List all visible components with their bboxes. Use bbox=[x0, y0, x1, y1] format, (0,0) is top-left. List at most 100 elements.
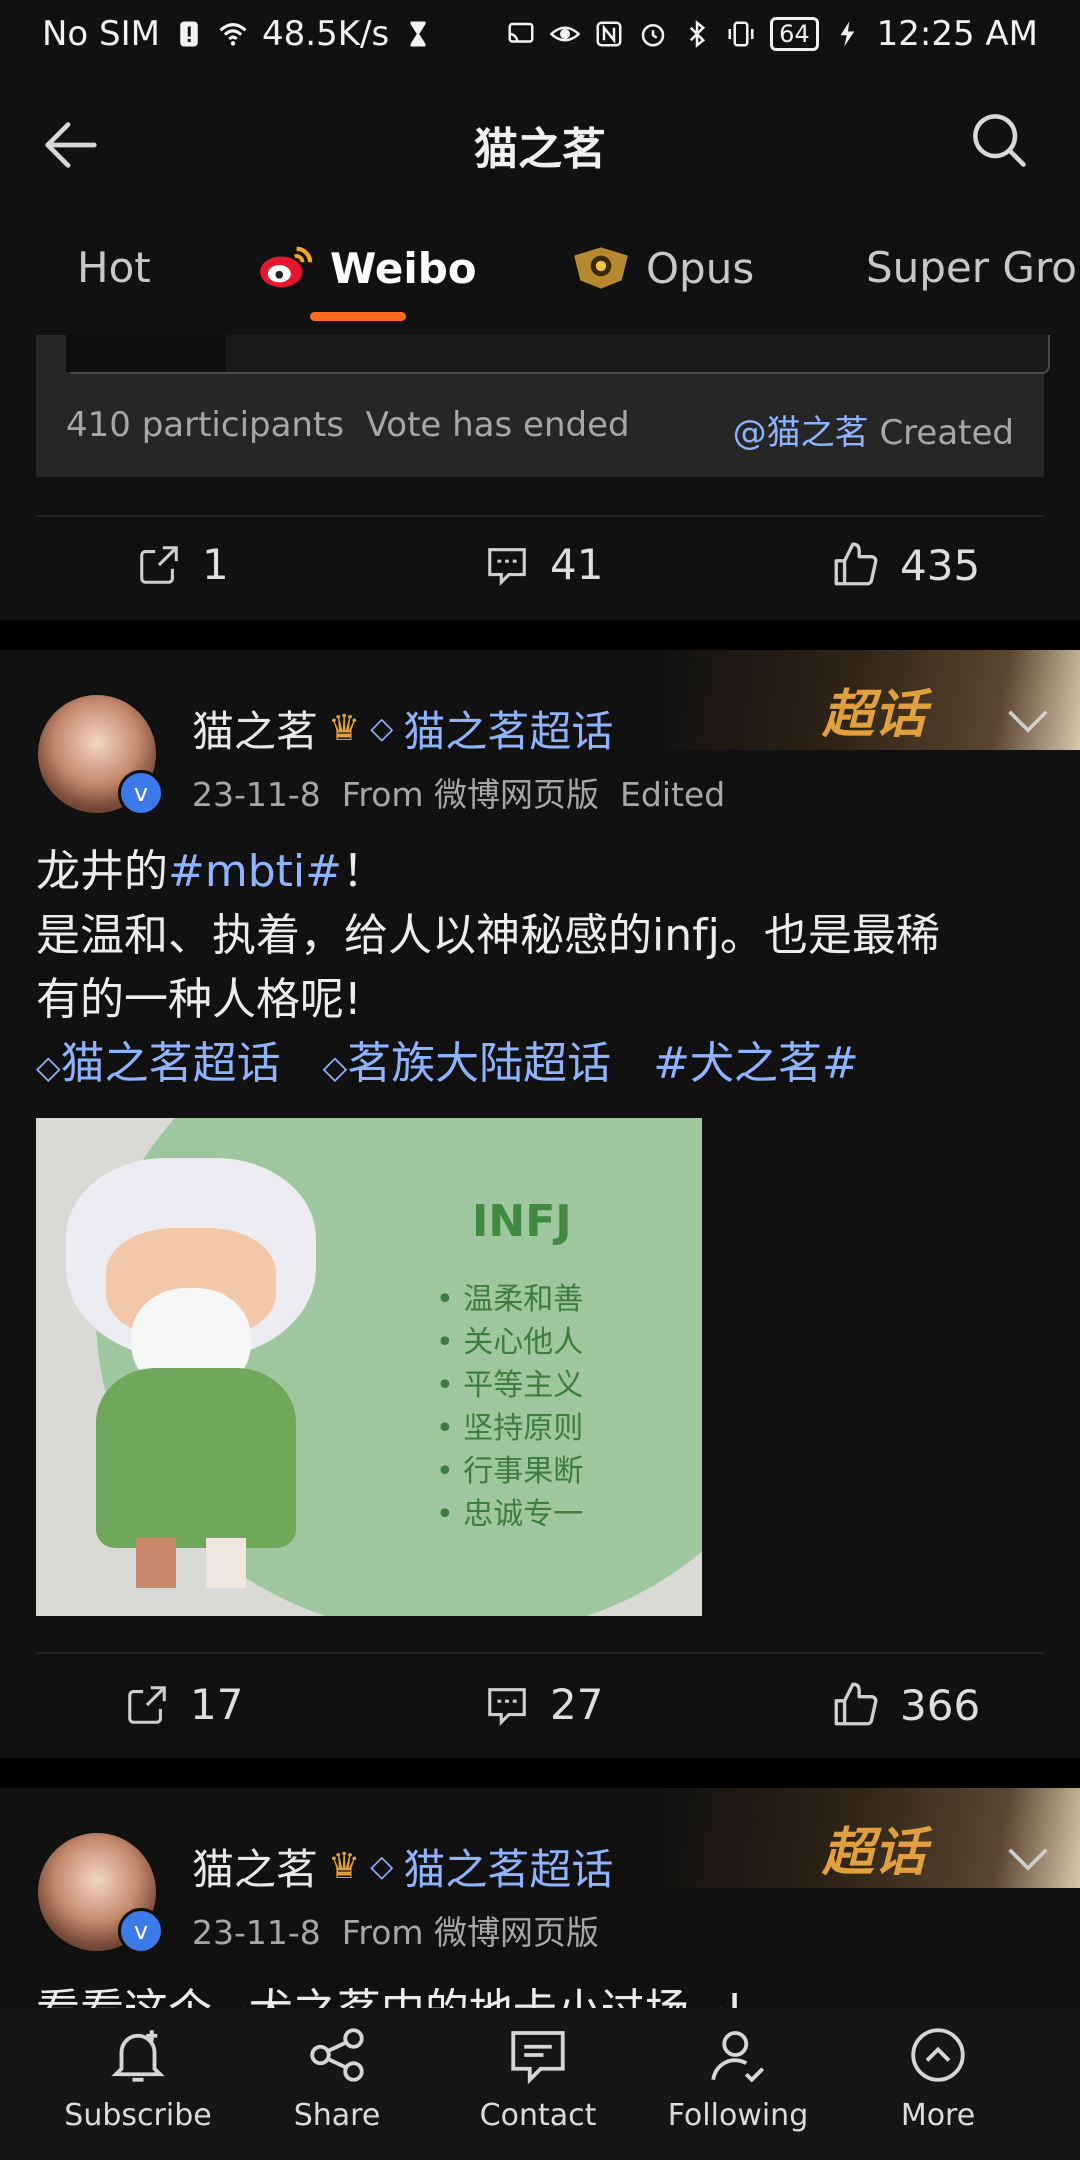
vote-creator-link[interactable]: @猫之茗 bbox=[733, 413, 869, 453]
super-topic-badge: 超话 bbox=[822, 1823, 927, 1883]
bullet-text: 忠诚专一 bbox=[463, 1497, 584, 1532]
tab-label: Opus bbox=[646, 243, 755, 293]
tab-weibo[interactable]: Weibo bbox=[258, 243, 477, 293]
bullet-text: 坚持原则 bbox=[463, 1411, 584, 1446]
tab-label: Hot bbox=[77, 243, 151, 292]
diamond-icon: ◇ bbox=[370, 711, 394, 746]
tab-opus[interactable]: Opus bbox=[570, 243, 754, 293]
topic-link[interactable]: 茗族大陆超话 bbox=[347, 1038, 611, 1089]
post-text-line: 有的一种人格呢! bbox=[36, 974, 362, 1025]
alarm-icon bbox=[641, 24, 665, 47]
character-robe bbox=[96, 1368, 296, 1548]
post-text-line: 是温和、执着，给人以神秘感的infj。也是最稀 bbox=[36, 910, 940, 961]
vote-option-fill bbox=[66, 335, 226, 372]
opus-logo-icon bbox=[574, 247, 628, 289]
comment-count: 27 bbox=[550, 1680, 604, 1729]
chevron-down-icon[interactable] bbox=[1006, 1844, 1050, 1874]
tab-hot[interactable]: Hot bbox=[77, 243, 151, 292]
tab-super-group[interactable]: Super Grou bbox=[866, 243, 1080, 292]
character-leg bbox=[136, 1538, 176, 1588]
repost-button[interactable]: 17 bbox=[124, 1680, 243, 1729]
share-label: Share bbox=[293, 2098, 381, 2133]
sim-alert-icon bbox=[180, 21, 198, 47]
like-button[interactable]: 366 bbox=[830, 1680, 980, 1730]
author-topic-link[interactable]: 猫之茗超话 bbox=[403, 698, 613, 759]
post-image[interactable]: INFJ • 温柔和善 • 关心他人 • 平等主义 • 坚持原则 • 行事果断 … bbox=[36, 1118, 702, 1616]
wifi-icon bbox=[219, 23, 247, 46]
back-arrow-icon[interactable] bbox=[36, 110, 106, 180]
image-bullet: • 行事果断 bbox=[436, 1454, 584, 1489]
more-button[interactable]: More bbox=[848, 2022, 1028, 2133]
post-text: 龙井的#mbti#！ 是温和、执着，给人以神秘感的infj。也是最稀 有的一种人… bbox=[36, 840, 1046, 1099]
post-card: 超话 v 猫之茗 ♛ ◇ 猫之茗超话 23-11-8 From 微博网页版 Ed… bbox=[0, 650, 1080, 1758]
share-nodes-icon bbox=[310, 2028, 364, 2082]
chevron-up-circle-icon bbox=[911, 2028, 965, 2082]
character-leg bbox=[206, 1538, 246, 1588]
image-heading: INFJ bbox=[472, 1196, 572, 1247]
contact-button[interactable]: Contact bbox=[448, 2022, 628, 2133]
like-button[interactable]: 435 bbox=[830, 540, 980, 590]
network-speed: 48.5K/s bbox=[262, 14, 390, 54]
battery-level: 64 bbox=[770, 17, 819, 51]
charging-icon bbox=[840, 21, 854, 47]
image-bullet: • 忠诚专一 bbox=[436, 1497, 584, 1532]
image-bullet: • 关心他人 bbox=[436, 1325, 584, 1360]
subscribe-label: Subscribe bbox=[64, 2098, 212, 2133]
post-card: 410 participants Vote has ended @猫之茗 Cre… bbox=[0, 335, 1080, 620]
comment-button[interactable]: 41 bbox=[484, 540, 603, 589]
post-date: 23-11-8 bbox=[192, 775, 321, 814]
post-card: 超话 v 猫之茗 ♛ ◇ 猫之茗超话 23-11-8 From 微博网页版 看看… bbox=[0, 1788, 1080, 2008]
hourglass-icon bbox=[410, 21, 426, 47]
contact-label: Contact bbox=[479, 2098, 597, 2133]
verified-badge-icon: v bbox=[118, 770, 164, 816]
nfc-icon bbox=[596, 21, 622, 47]
tab-label: Weibo bbox=[330, 243, 477, 293]
status-bar: No SIM 48.5K/s 64 12:25 AM bbox=[0, 0, 1080, 75]
diamond-icon: ◇ bbox=[36, 1048, 61, 1086]
subscribe-button[interactable]: Subscribe bbox=[48, 2022, 228, 2133]
post-source: From 微博网页版 bbox=[341, 1913, 600, 1952]
weibo-logo-icon bbox=[260, 246, 313, 288]
following-label: Following bbox=[667, 2098, 809, 2133]
bell-plus-icon bbox=[111, 2030, 165, 2082]
thumbs-up-icon bbox=[834, 1682, 878, 1726]
active-tab-indicator bbox=[310, 312, 406, 321]
bullet-text: 行事果断 bbox=[463, 1454, 584, 1489]
vote-status: Vote has ended bbox=[365, 405, 630, 445]
chevron-down-icon[interactable] bbox=[1006, 706, 1050, 736]
hashtag-link[interactable]: #犬之茗# bbox=[653, 1038, 859, 1089]
author-topic-link[interactable]: 猫之茗超话 bbox=[403, 1836, 613, 1897]
author-name[interactable]: 猫之茗 bbox=[192, 1836, 318, 1897]
hashtag-link[interactable]: #mbti# bbox=[168, 846, 342, 897]
search-icon[interactable] bbox=[964, 105, 1032, 173]
bluetooth-icon bbox=[689, 20, 706, 48]
post-date: 23-11-8 bbox=[192, 1913, 321, 1952]
edited-label: Edited bbox=[620, 775, 726, 814]
repost-icon bbox=[140, 545, 178, 584]
more-label: More bbox=[900, 2098, 976, 2133]
diamond-icon: ◇ bbox=[322, 1048, 348, 1086]
topic-link[interactable]: 猫之茗超话 bbox=[61, 1038, 281, 1089]
image-bullet: • 平等主义 bbox=[436, 1368, 584, 1403]
author-name[interactable]: 猫之茗 bbox=[192, 698, 318, 759]
following-button[interactable]: Following bbox=[648, 2022, 828, 2133]
image-bullet: • 温柔和善 bbox=[436, 1282, 584, 1317]
post-text-segment: 龙井的 bbox=[36, 846, 168, 897]
crown-badge-icon: ♛ bbox=[328, 1846, 361, 1887]
comment-count: 41 bbox=[550, 540, 604, 589]
post-text-line: 看看这个~犬之茗中的地卡小过场~! bbox=[36, 1974, 743, 2008]
comment-button[interactable]: 27 bbox=[484, 1680, 603, 1729]
repost-count: 1 bbox=[202, 540, 229, 589]
tab-bar: Hot Weibo Opus Super Grou bbox=[0, 205, 1080, 335]
diamond-icon: ◇ bbox=[370, 1849, 394, 1884]
clock: 12:25 AM bbox=[876, 14, 1038, 54]
chat-bubble-icon bbox=[511, 2031, 565, 2085]
carrier-label: No SIM bbox=[42, 14, 160, 54]
repost-button[interactable]: 1 bbox=[136, 540, 229, 589]
image-bullet: • 坚持原则 bbox=[436, 1411, 584, 1446]
share-button[interactable]: Share bbox=[247, 2022, 427, 2133]
like-count: 435 bbox=[900, 540, 981, 590]
user-check-icon bbox=[711, 2031, 765, 2083]
divider bbox=[36, 515, 1044, 517]
bullet-text: 平等主义 bbox=[463, 1368, 584, 1403]
